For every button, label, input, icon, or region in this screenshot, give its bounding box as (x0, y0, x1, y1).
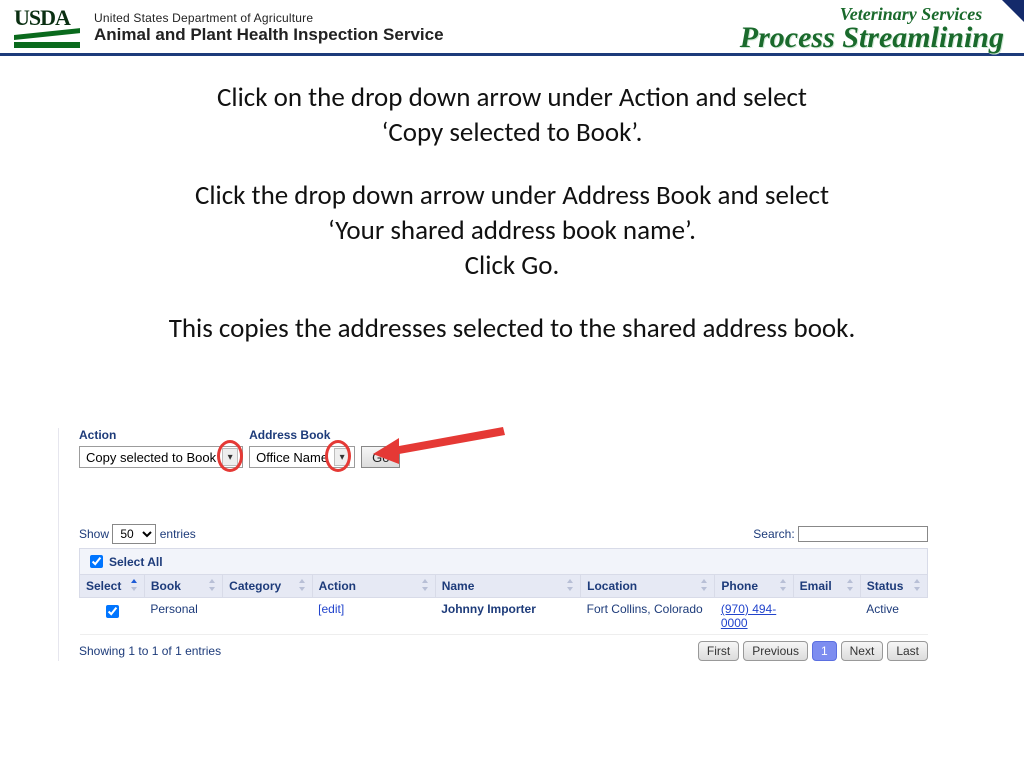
banner-left: USDA United States Department of Agricul… (14, 8, 444, 48)
cell-email (793, 598, 860, 635)
instr-line: This copies the addresses selected to th… (0, 311, 1024, 346)
pager-page-1[interactable]: 1 (812, 641, 837, 661)
addressbook-label: Address Book (249, 428, 355, 442)
pager-next[interactable]: Next (841, 641, 884, 661)
col-select[interactable]: Select (80, 575, 145, 598)
pager-first[interactable]: First (698, 641, 739, 661)
controls-row: Action Copy selected to Book ▾ Address B… (79, 428, 928, 468)
usda-logo-bars (14, 34, 80, 48)
table-footer: Showing 1 to 1 of 1 entries First Previo… (79, 641, 928, 661)
col-action[interactable]: Action (312, 575, 435, 598)
show-label-post: entries (160, 527, 196, 541)
table-area: Show 50 entries Search: Select All Selec… (79, 524, 928, 661)
search-input[interactable] (798, 526, 928, 542)
go-button[interactable]: Go (361, 446, 400, 468)
instr-line: ‘Copy selected to Book’. (0, 115, 1024, 150)
action-select-value: Copy selected to Book (86, 450, 216, 465)
pager-previous[interactable]: Previous (743, 641, 808, 661)
chevron-down-icon[interactable]: ▾ (334, 448, 350, 466)
col-location[interactable]: Location (581, 575, 715, 598)
pager-last[interactable]: Last (887, 641, 928, 661)
usda-logo: USDA (14, 8, 84, 48)
showing-text: Showing 1 to 1 of 1 entries (79, 644, 221, 658)
table-topbar: Show 50 entries Search: (79, 524, 928, 544)
show-label-pre: Show (79, 527, 109, 541)
action-select[interactable]: Copy selected to Book ▾ (79, 446, 243, 468)
instr-line: ‘Your shared address book name’. (0, 213, 1024, 248)
action-control: Action Copy selected to Book ▾ (79, 428, 243, 468)
usda-logo-text: USDA (14, 8, 84, 28)
app-panel: Action Copy selected to Book ▾ Address B… (58, 428, 928, 661)
process-streamlining-text: Process Streamlining (740, 25, 1004, 51)
banner-right: Veterinary Services Process Streamlining (740, 4, 1004, 51)
select-all-row: Select All (79, 548, 928, 574)
instr-line: Click Go. (0, 248, 1024, 283)
table-row: Personal [edit] Johnny Importer Fort Col… (80, 598, 928, 635)
banner-corner-icon (1002, 0, 1024, 22)
cell-name: Johnny Importer (435, 598, 580, 635)
agency-line1: United States Department of Agriculture (94, 11, 444, 25)
cell-book: Personal (144, 598, 222, 635)
go-control: Go (361, 446, 400, 468)
cell-location: Fort Collins, Colorado (581, 598, 715, 635)
select-all-checkbox[interactable] (90, 555, 103, 568)
data-table: Select Book Category Action Name Locatio… (79, 574, 928, 635)
instr-line: Click on the drop down arrow under Actio… (0, 80, 1024, 115)
instr-line: Click the drop down arrow under Address … (0, 178, 1024, 213)
phone-link[interactable]: (970) 494-0000 (721, 602, 776, 630)
col-status[interactable]: Status (860, 575, 927, 598)
col-book[interactable]: Book (144, 575, 222, 598)
agency-text: United States Department of Agriculture … (94, 11, 444, 45)
search-label: Search: (753, 527, 794, 541)
col-email[interactable]: Email (793, 575, 860, 598)
col-name[interactable]: Name (435, 575, 580, 598)
row-checkbox[interactable] (106, 605, 119, 618)
cell-status: Active (860, 598, 927, 635)
instructions-block: Click on the drop down arrow under Actio… (0, 80, 1024, 347)
cell-category (223, 598, 312, 635)
action-label: Action (79, 428, 243, 442)
agency-line2: Animal and Plant Health Inspection Servi… (94, 25, 444, 45)
addressbook-control: Address Book Office Name ▾ (249, 428, 355, 468)
col-category[interactable]: Category (223, 575, 312, 598)
chevron-down-icon[interactable]: ▾ (222, 448, 238, 466)
addressbook-select[interactable]: Office Name ▾ (249, 446, 355, 468)
edit-link[interactable]: [edit] (318, 602, 344, 616)
col-phone[interactable]: Phone (715, 575, 793, 598)
pager: First Previous 1 Next Last (698, 641, 928, 661)
addressbook-select-value: Office Name (256, 450, 328, 465)
entries-select[interactable]: 50 (112, 524, 156, 544)
select-all-label: Select All (109, 555, 163, 569)
header-banner: USDA United States Department of Agricul… (0, 0, 1024, 56)
